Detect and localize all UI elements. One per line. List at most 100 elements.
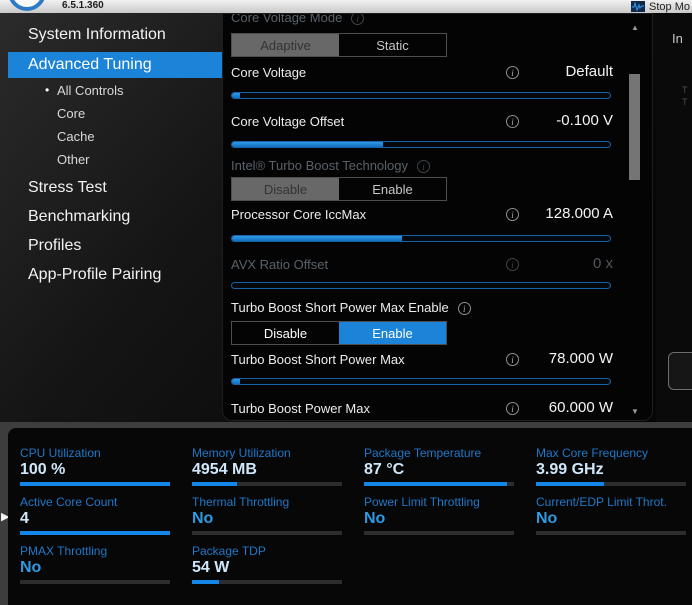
monitor-tile-pmax-throttling: PMAX Throttling No <box>20 544 192 593</box>
stop-monitoring-button[interactable]: Stop Mo <box>631 0 692 13</box>
sidebar-item-advanced-tuning[interactable]: Advanced Tuning <box>8 52 222 78</box>
core-voltage-value[interactable]: Default <box>565 63 613 80</box>
disable-option[interactable]: Disable <box>232 178 339 200</box>
monitor-bar-fill <box>364 482 507 486</box>
turbo-boost-short-power-max-slider-fill <box>232 379 240 384</box>
panel-scrollbar[interactable]: ▲ ▼ <box>627 24 643 416</box>
sidebar-item-stress-test[interactable]: Stress Test <box>28 179 107 197</box>
processor-core-iccmax-value[interactable]: 128.000 A <box>545 205 613 222</box>
sidebar-item-profiles[interactable]: Profiles <box>28 237 81 255</box>
core-voltage-offset-slider-fill <box>232 142 383 147</box>
stop-monitoring-label: Stop Mo <box>649 1 690 13</box>
sidebar-item-all-controls[interactable]: •All Controls <box>57 83 123 98</box>
core-voltage-offset-value[interactable]: -0.100 V <box>556 112 613 129</box>
turbo-boost-power-max-row: Turbo Boost Power Max i 60.000 W <box>223 399 653 419</box>
turbo-boost-short-power-max-enable-toggle: Disable Enable <box>231 321 447 345</box>
advanced-tuning-panel: Core Voltage Modei Adaptive Static Core … <box>222 13 653 421</box>
monitor-value: 54 W <box>192 559 364 577</box>
info-icon[interactable]: i <box>506 208 519 221</box>
monitor-label: Max Core Frequency <box>536 446 692 460</box>
monitor-bar <box>192 482 342 486</box>
monitor-tile-memory-utilization: Memory Utilization 4954 MB <box>192 446 364 495</box>
monitor-bar <box>192 580 342 584</box>
avx-ratio-offset-value: 0 x <box>593 255 613 272</box>
turbo-boost-short-power-max-row: Turbo Boost Short Power Max i 78.000 W <box>223 350 653 370</box>
right-side-panel: In T T <box>656 13 692 422</box>
monitor-tile-package-temperature: Package Temperature 87 °C <box>364 446 536 495</box>
monitor-grid: CPU Utilization 100 % Memory Utilization… <box>20 446 692 593</box>
info-icon[interactable]: i <box>351 13 364 25</box>
info-icon[interactable]: i <box>458 302 471 315</box>
turbo-boost-power-max-label: Turbo Boost Power Max <box>231 401 370 416</box>
info-icon[interactable]: i <box>506 402 519 415</box>
intel-xtu-logo-icon <box>8 0 46 11</box>
sidebar-item-system-information[interactable]: System Information <box>28 26 166 44</box>
core-voltage-slider-fill <box>232 93 240 98</box>
app-version: 6.5.1.360 <box>62 0 104 11</box>
title-bar: 6.5.1.360 Stop Mo <box>0 0 692 13</box>
monitoring-section: ▶ CPU Utilization 100 % Memory Utilizati… <box>0 422 692 605</box>
main-area: System Information Advanced Tuning •All … <box>0 13 692 422</box>
monitor-tile-package-tdp: Package TDP 54 W <box>192 544 364 593</box>
enable-option[interactable]: Enable <box>339 178 446 200</box>
monitor-bar-fill <box>192 482 237 486</box>
turbo-boost-short-power-max-value[interactable]: 78.000 W <box>549 350 613 367</box>
scroll-down-icon[interactable]: ▼ <box>630 408 640 416</box>
monitor-tile-active-core-count: Active Core Count 4 <box>20 495 192 544</box>
monitor-bar-fill <box>192 580 219 584</box>
monitor-value: 4954 MB <box>192 461 364 479</box>
monitor-bar <box>20 531 170 535</box>
core-voltage-offset-slider[interactable] <box>231 141 611 148</box>
monitor-bar <box>364 482 514 486</box>
sidebar-item-app-profile-pairing[interactable]: App-Profile Pairing <box>28 266 161 284</box>
active-subitem-bullet-icon: • <box>45 83 49 97</box>
turbo-boost-technology-toggle: Disable Enable <box>231 177 447 201</box>
right-panel-button[interactable] <box>668 352 692 390</box>
info-icon[interactable]: i <box>506 66 519 79</box>
info-icon[interactable]: i <box>506 115 519 128</box>
monitor-label: PMAX Throttling <box>20 544 180 558</box>
core-voltage-slider[interactable] <box>231 92 611 99</box>
monitor-bar-fill <box>20 482 170 486</box>
scroll-up-icon[interactable]: ▲ <box>630 24 640 32</box>
sidebar-item-all-controls-label: All Controls <box>57 83 123 98</box>
info-icon[interactable]: i <box>506 353 519 366</box>
monitor-label: Active Core Count <box>20 495 180 509</box>
monitor-bar-fill <box>536 482 604 486</box>
monitor-bar <box>536 482 686 486</box>
monitor-value: 100 % <box>20 461 192 479</box>
avx-ratio-offset-slider <box>231 282 611 289</box>
enable-option[interactable]: Enable <box>339 322 446 344</box>
monitor-label: CPU Utilization <box>20 446 180 460</box>
sidebar-item-other[interactable]: Other <box>57 152 90 167</box>
monitor-label: Power Limit Throttling <box>364 495 524 509</box>
monitor-bar <box>20 482 170 486</box>
monitor-value: No <box>192 510 364 528</box>
right-panel-tiny-label: T <box>682 85 688 95</box>
monitor-tile-power-limit-throttling: Power Limit Throttling No <box>364 495 536 544</box>
turbo-boost-technology-label: Intel® Turbo Boost Technologyi <box>231 158 430 173</box>
turbo-boost-short-power-max-slider[interactable] <box>231 378 611 385</box>
app-window: 6.5.1.360 Stop Mo System Information Adv… <box>0 0 692 605</box>
scrollbar-thumb[interactable] <box>629 74 640 180</box>
info-icon[interactable]: i <box>417 160 430 173</box>
sidebar-item-benchmarking[interactable]: Benchmarking <box>28 208 130 226</box>
monitor-label: Thermal Throttling <box>192 495 352 509</box>
monitor-label: Package Temperature <box>364 446 524 460</box>
disable-option[interactable]: Disable <box>232 322 339 344</box>
avx-ratio-offset-label: AVX Ratio Offset <box>231 257 328 272</box>
monitor-tile-current-edp-limit-throttling: Current/EDP Limit Throt. No <box>536 495 692 544</box>
sidebar-item-core[interactable]: Core <box>57 106 85 121</box>
monitor-value: 3.99 GHz <box>536 461 692 479</box>
monitor-bar <box>20 580 170 584</box>
monitor-value: No <box>536 510 692 528</box>
monitor-tile-max-core-frequency: Max Core Frequency 3.99 GHz <box>536 446 692 495</box>
static-option[interactable]: Static <box>339 34 446 56</box>
processor-core-iccmax-slider[interactable] <box>231 235 611 242</box>
turbo-boost-power-max-value[interactable]: 60.000 W <box>549 399 613 416</box>
sidebar-item-cache[interactable]: Cache <box>57 129 95 144</box>
right-panel-heading: In <box>672 31 683 46</box>
adaptive-option[interactable]: Adaptive <box>232 34 339 56</box>
monitor-label: Current/EDP Limit Throt. <box>536 495 692 509</box>
monitor-value: No <box>364 510 536 528</box>
